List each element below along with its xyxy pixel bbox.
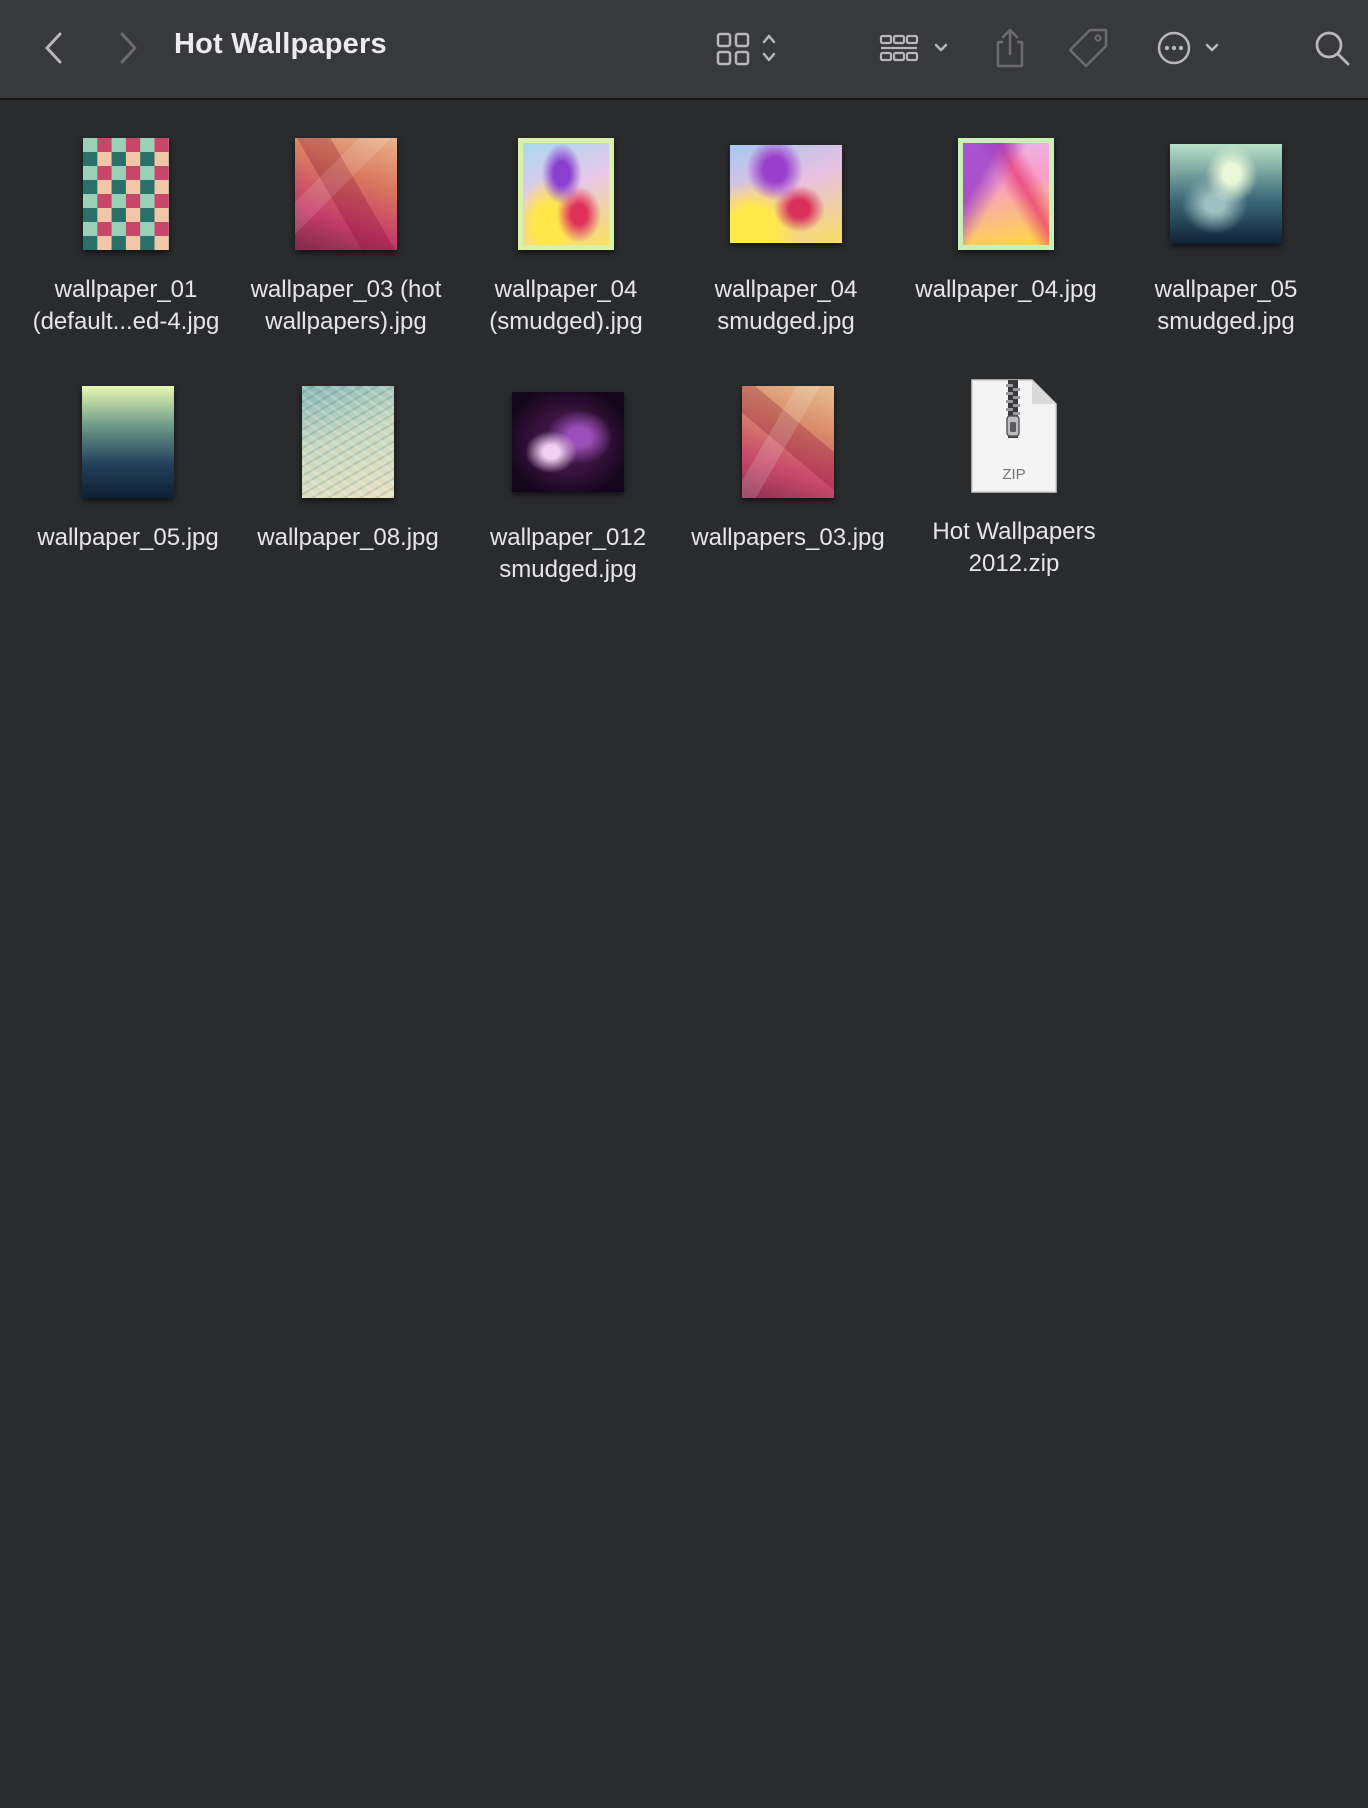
- zip-badge: ZIP: [1002, 466, 1026, 483]
- image-thumbnail: [742, 386, 834, 498]
- file-item[interactable]: wallpaper_05.jpg: [18, 372, 238, 554]
- file-name: wallpapers_03.jpg: [691, 524, 885, 551]
- file-name: wallpaper_04 smudged.jpg: [714, 276, 858, 335]
- file-item[interactable]: wallpaper_04 smudged.jpg: [676, 124, 896, 338]
- tag-icon: [1068, 28, 1108, 68]
- chevron-right-icon: [120, 32, 137, 64]
- file-name: wallpaper_04.jpg: [915, 276, 1097, 303]
- tag-button[interactable]: [1066, 22, 1112, 74]
- more-actions-button[interactable]: [1154, 22, 1226, 74]
- chevron-left-icon: [45, 32, 62, 64]
- image-thumbnail: [512, 392, 624, 492]
- finder-window: Hot Wallpapers wallpaper_01 (default...e…: [0, 0, 1368, 1808]
- image-thumbnail: [295, 138, 397, 250]
- file-item[interactable]: ZIP Hot Wallpapers 2012.zip: [904, 366, 1124, 580]
- image-thumbnail: [1170, 144, 1282, 244]
- file-name: wallpaper_08.jpg: [257, 524, 439, 551]
- file-name: wallpaper_04 (smudged).jpg: [489, 276, 643, 335]
- share-button[interactable]: [990, 22, 1030, 74]
- zip-archive-icon: ZIP: [970, 378, 1058, 494]
- image-thumbnail: [83, 138, 169, 250]
- file-name: wallpaper_05.jpg: [37, 524, 219, 551]
- image-thumbnail: [730, 145, 842, 243]
- forward-button[interactable]: [110, 22, 146, 74]
- group-by-button[interactable]: [878, 22, 954, 74]
- search-icon: [1315, 31, 1350, 66]
- file-name: wallpaper_03 (hot wallpapers).jpg: [250, 276, 442, 335]
- ellipsis-circle-icon: [1157, 31, 1219, 65]
- icon-grid-view-icon: [716, 32, 776, 66]
- view-mode-button[interactable]: [712, 22, 788, 74]
- file-item[interactable]: wallpaper_012 smudged.jpg: [458, 372, 678, 586]
- file-name: wallpaper_012 smudged.jpg: [489, 524, 647, 583]
- file-name: Hot Wallpapers 2012.zip: [932, 518, 1096, 577]
- image-thumbnail: [518, 138, 614, 250]
- file-item[interactable]: wallpaper_04.jpg: [896, 124, 1116, 306]
- file-item[interactable]: wallpaper_03 (hot wallpapers).jpg: [236, 124, 456, 338]
- file-item[interactable]: wallpaper_04 (smudged).jpg: [456, 124, 676, 338]
- file-item[interactable]: wallpaper_05 smudged.jpg: [1116, 124, 1336, 338]
- share-icon: [996, 28, 1024, 68]
- file-item[interactable]: wallpapers_03.jpg: [678, 372, 898, 554]
- image-thumbnail: [958, 138, 1054, 250]
- image-thumbnail: [302, 386, 394, 498]
- file-item[interactable]: wallpaper_08.jpg: [238, 372, 458, 554]
- window-title: Hot Wallpapers: [174, 28, 387, 60]
- back-button[interactable]: [36, 22, 72, 74]
- image-thumbnail: [82, 386, 174, 498]
- file-name: wallpaper_05 smudged.jpg: [1154, 276, 1298, 335]
- file-grid: wallpaper_01 (default...ed-4.jpg wallpap…: [0, 102, 1358, 1792]
- file-name: wallpaper_01 (default...ed-4.jpg: [32, 276, 220, 335]
- group-by-icon: [879, 34, 948, 62]
- search-button[interactable]: [1310, 22, 1354, 74]
- file-item[interactable]: wallpaper_01 (default...ed-4.jpg: [16, 124, 236, 338]
- toolbar: Hot Wallpapers: [0, 0, 1368, 100]
